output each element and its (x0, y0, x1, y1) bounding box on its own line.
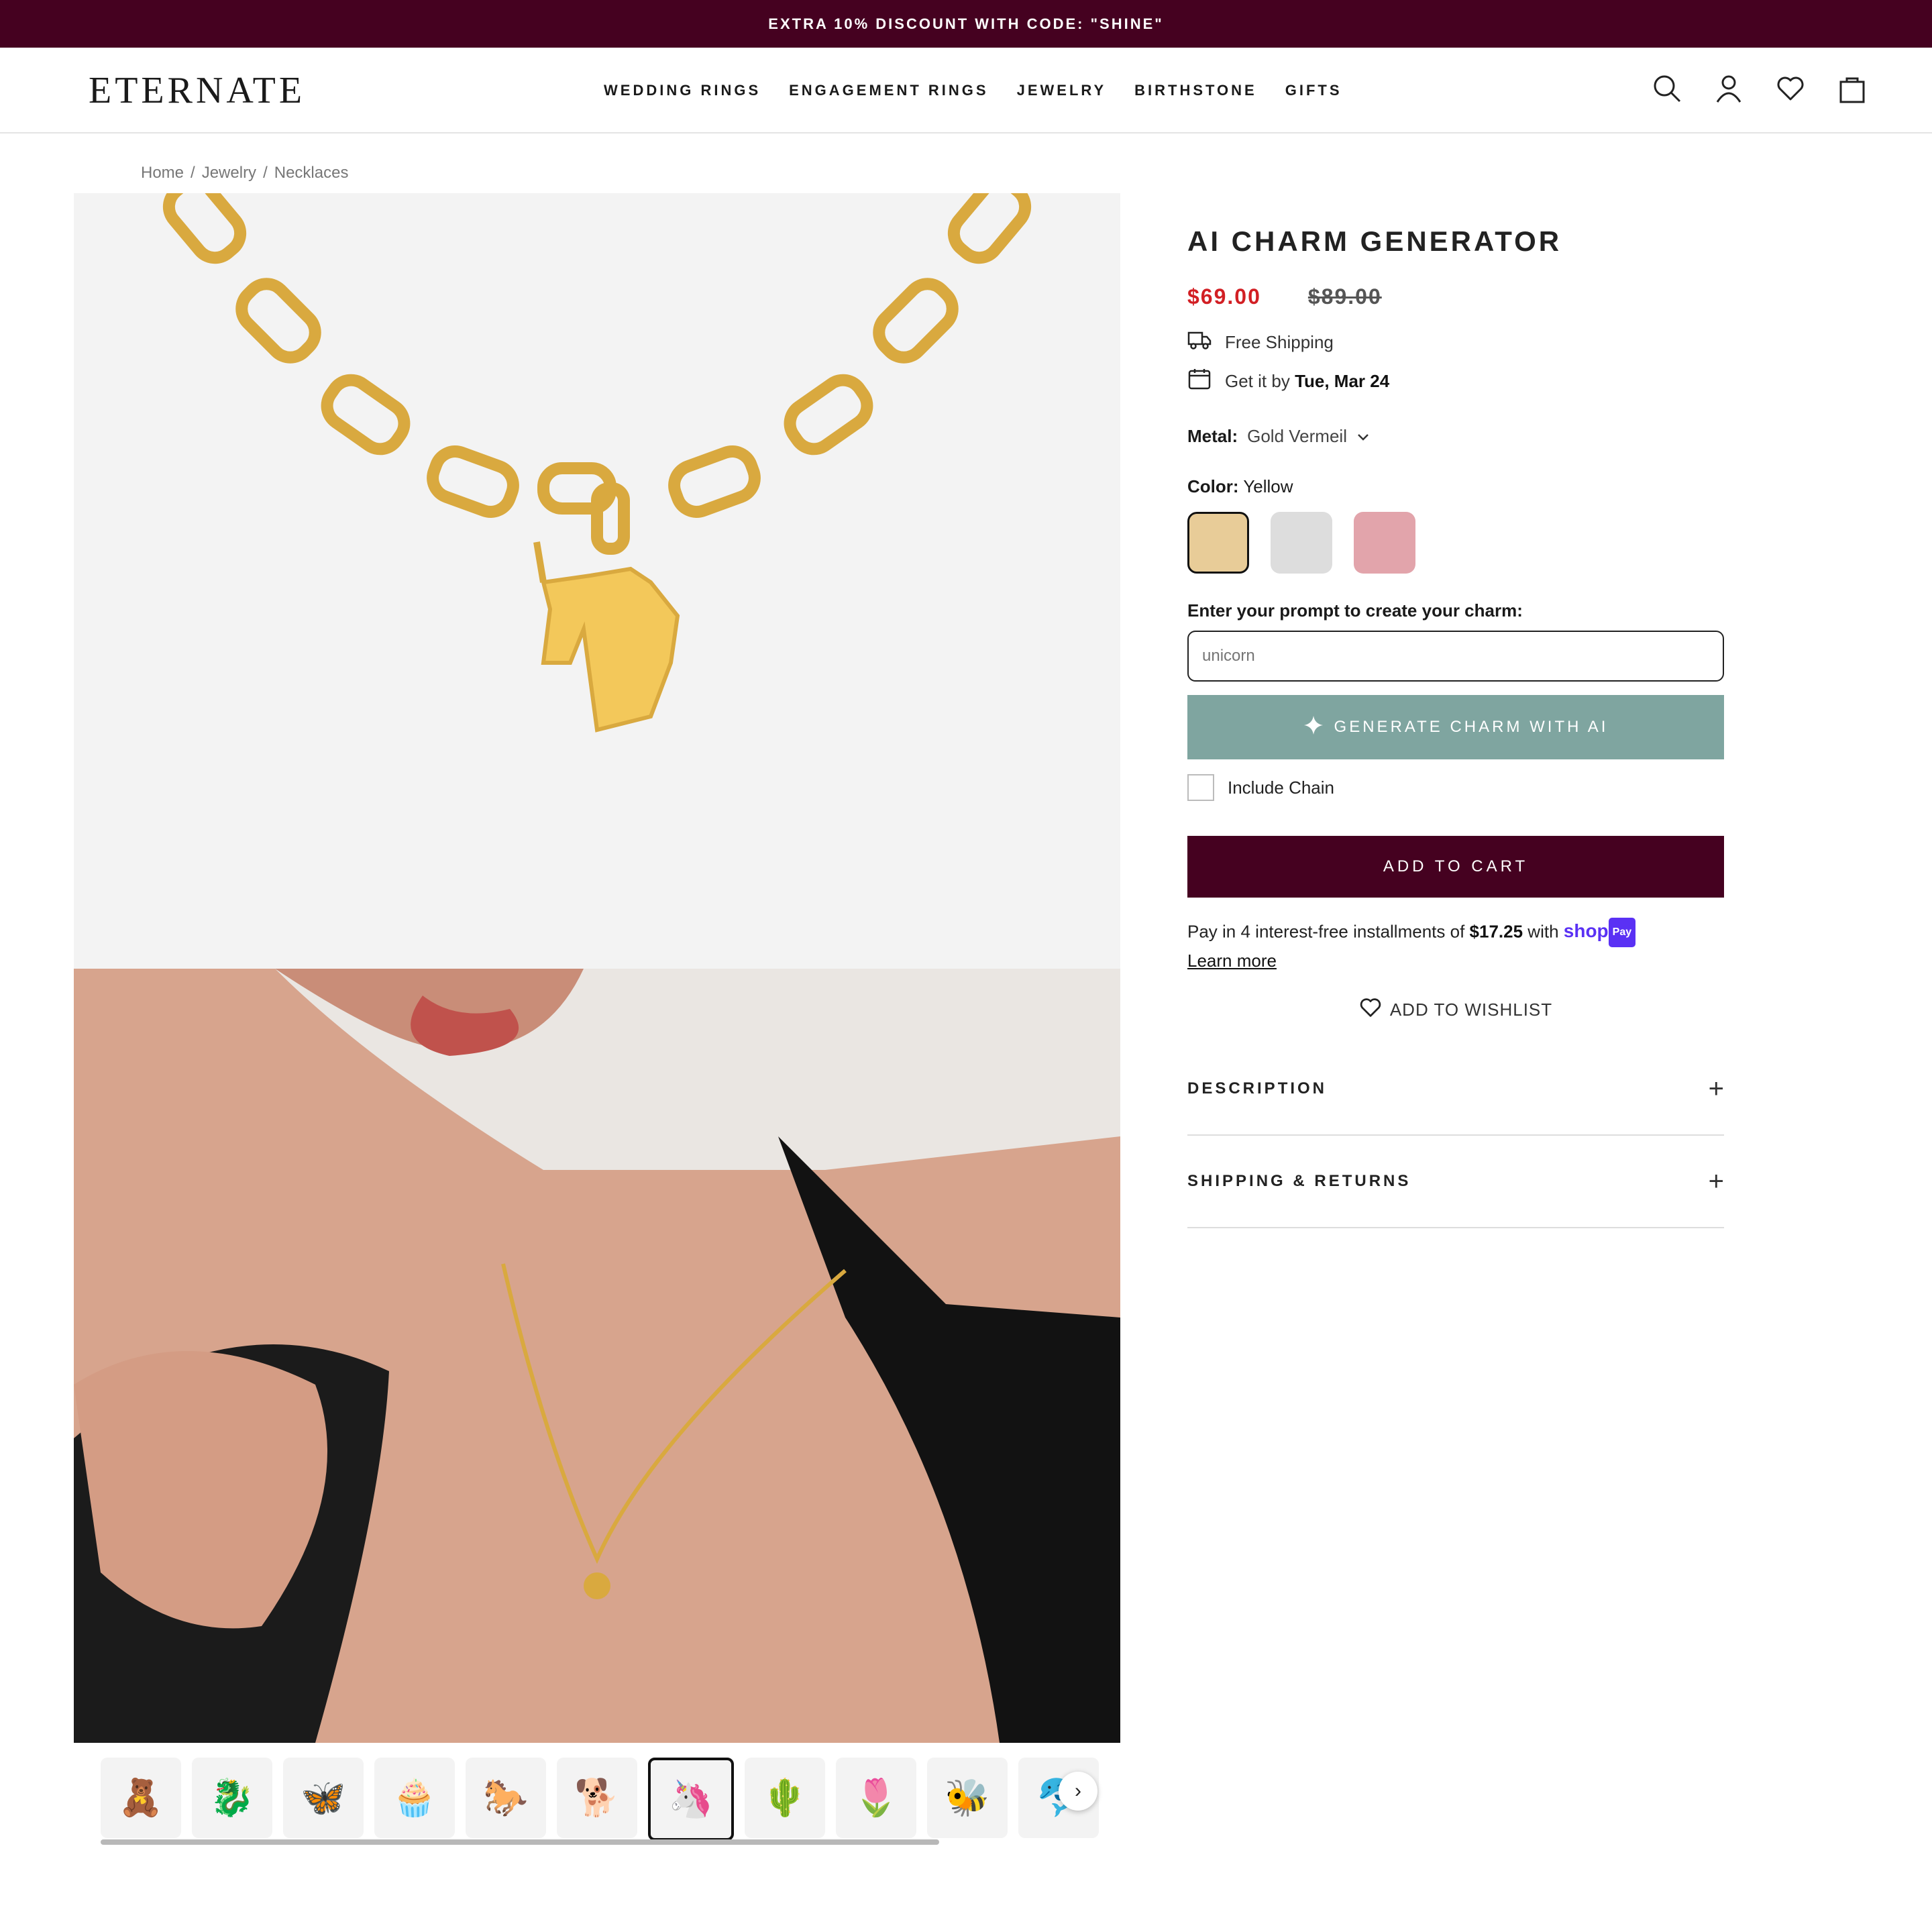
thumbnail-dog[interactable]: 🐕 (557, 1758, 637, 1838)
shop-pay-logo: shop Pay (1563, 918, 1636, 947)
truck-icon (1187, 329, 1212, 356)
thumbnail-bee[interactable]: 🐝 (927, 1758, 1008, 1838)
sale-price: $69.00 (1187, 284, 1261, 309)
installments-amount: $17.25 (1469, 921, 1523, 942)
wishlist-label: ADD TO WISHLIST (1389, 1000, 1553, 1020)
site-header: ETERNATE WEDDING RINGS ENGAGEMENT RINGS … (0, 48, 1932, 133)
header-actions (1652, 73, 1868, 104)
breadcrumb-separator: / (191, 164, 195, 182)
metal-value[interactable]: Gold Vermeil (1247, 426, 1347, 447)
thumbnail-cupcake[interactable]: 🧁 (374, 1758, 455, 1838)
color-swatches (1187, 512, 1724, 574)
thumbnail-teddy-bear[interactable]: 🧸 (101, 1758, 181, 1838)
breadcrumb-jewelry[interactable]: Jewelry (202, 164, 256, 182)
delivery-prefix: Get it by (1225, 371, 1290, 391)
shipping-text: Free Shipping (1225, 332, 1334, 352)
delivery-date: Tue, Mar 24 (1295, 371, 1390, 391)
sparkle-icon (1303, 715, 1324, 740)
thumbnail-tulip[interactable]: 🌷 (836, 1758, 916, 1838)
swatch-rose[interactable] (1354, 512, 1415, 574)
price-block: $69.00 $89.00 (1187, 284, 1724, 309)
nav-gifts[interactable]: GIFTS (1285, 82, 1342, 99)
promo-banner: EXTRA 10% DISCOUNT WITH CODE: "SHINE" (0, 0, 1932, 48)
include-chain-checkbox[interactable] (1187, 774, 1214, 801)
color-selector: Color: Yellow (1187, 476, 1724, 497)
thumbnail-dragon[interactable]: 🐉 (192, 1758, 272, 1838)
heart-icon (1359, 997, 1382, 1023)
accordion-shipping-returns[interactable]: SHIPPING & RETURNS + (1187, 1136, 1724, 1228)
include-chain-label: Include Chain (1228, 777, 1334, 798)
metal-label: Metal: (1187, 426, 1238, 446)
breadcrumb-separator: / (263, 164, 268, 182)
search-icon[interactable] (1652, 73, 1682, 104)
breadcrumb-home[interactable]: Home (141, 164, 184, 182)
accordion-shipping-title: SHIPPING & RETURNS (1187, 1172, 1411, 1190)
product-image-model[interactable] (74, 969, 1120, 1743)
breadcrumb-necklaces[interactable]: Necklaces (274, 164, 349, 182)
installments-with: with (1527, 921, 1559, 942)
bag-icon[interactable] (1837, 73, 1868, 104)
shipping-row: Free Shipping (1187, 329, 1724, 356)
accordion-description[interactable]: DESCRIPTION + (1187, 1043, 1724, 1136)
plus-icon[interactable]: + (1709, 1167, 1724, 1197)
nav-birthstone[interactable]: BIRTHSTONE (1134, 82, 1257, 99)
main-nav: WEDDING RINGS ENGAGEMENT RINGS JEWELRY B… (604, 48, 1342, 133)
generate-label: GENERATE CHARM WITH AI (1334, 718, 1609, 736)
installments-info: Pay in 4 interest-free installments of $… (1187, 918, 1724, 974)
thumbnail-horse[interactable]: 🐎 (466, 1758, 546, 1838)
thumbnail-scrollbar[interactable] (101, 1839, 939, 1845)
shop-label: shop (1563, 920, 1609, 942)
original-price: $89.00 (1307, 284, 1382, 309)
thumbnail-letter-a[interactable]: 🦋 (283, 1758, 364, 1838)
chevron-right-icon[interactable]: › (1059, 1772, 1097, 1811)
include-chain-row[interactable]: Include Chain (1187, 774, 1724, 801)
generate-charm-button[interactable]: GENERATE CHARM WITH AI (1187, 695, 1724, 759)
product-details: AI CHARM GENERATOR $69.00 $89.00 Free Sh… (1187, 221, 1724, 1228)
prompt-label: Enter your prompt to create your charm: (1187, 600, 1523, 621)
heart-icon[interactable] (1775, 73, 1806, 104)
learn-more-link[interactable]: Learn more (1187, 951, 1277, 971)
calendar-icon (1187, 368, 1212, 395)
delivery-row: Get it by Tue, Mar 24 (1187, 368, 1724, 395)
thumbnail-cactus[interactable]: 🌵 (745, 1758, 825, 1838)
installments-prefix: Pay in 4 interest-free installments of (1187, 921, 1465, 942)
product-image-charm[interactable] (74, 193, 1120, 969)
color-value: Yellow (1243, 476, 1293, 496)
add-to-cart-button[interactable]: ADD TO CART (1187, 836, 1724, 898)
breadcrumb: Home / Jewelry / Necklaces (141, 164, 348, 182)
pay-label: Pay (1608, 918, 1636, 947)
account-icon[interactable] (1713, 73, 1744, 104)
metal-selector[interactable]: Metal: Gold Vermeil (1187, 426, 1724, 447)
charm-prompt-input[interactable] (1187, 631, 1724, 682)
chevron-down-icon[interactable] (1356, 426, 1370, 447)
swatch-yellow[interactable] (1187, 512, 1249, 574)
accordion-description-title: DESCRIPTION (1187, 1079, 1328, 1097)
plus-icon[interactable]: + (1709, 1074, 1724, 1104)
nav-wedding-rings[interactable]: WEDDING RINGS (604, 82, 761, 99)
nav-engagement-rings[interactable]: ENGAGEMENT RINGS (789, 82, 988, 99)
thumbnail-unicorn[interactable]: 🦄 (648, 1758, 734, 1841)
thumbnail-strip: 🧸 🐉 🦋 🧁 🐎 🐕 🦄 🌵 🌷 🐝 🐬 (101, 1758, 1099, 1841)
product-title: AI CHARM GENERATOR (1187, 225, 1562, 257)
accordion: DESCRIPTION + SHIPPING & RETURNS + (1187, 1043, 1724, 1228)
nav-jewelry[interactable]: JEWELRY (1017, 82, 1107, 99)
color-label: Color: (1187, 476, 1239, 496)
swatch-white[interactable] (1271, 512, 1332, 574)
add-to-wishlist-button[interactable]: ADD TO WISHLIST (1187, 997, 1724, 1023)
promo-text: EXTRA 10% DISCOUNT WITH CODE: "SHINE" (768, 15, 1164, 32)
product-gallery (74, 193, 1120, 1743)
logo[interactable]: ETERNATE (89, 69, 305, 112)
add-to-cart-label: ADD TO CART (1383, 857, 1529, 875)
